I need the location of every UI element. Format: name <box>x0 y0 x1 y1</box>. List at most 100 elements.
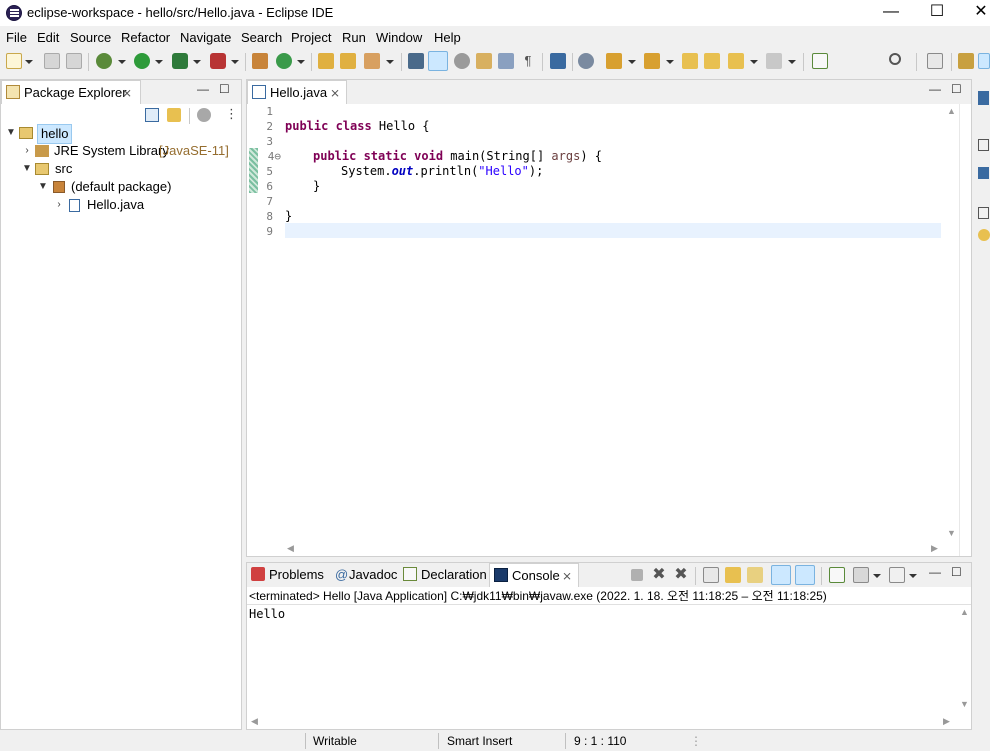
vertical-scrollbar[interactable]: ▲ ▼ <box>944 104 959 542</box>
tab-hello-java[interactable]: Hello.java ⨯ <box>247 80 347 104</box>
toggle-mark-occurrences-icon[interactable] <box>428 51 448 71</box>
annotation-icon[interactable] <box>408 53 424 69</box>
menu-project[interactable]: Project <box>291 30 331 45</box>
run-dropdown-icon[interactable] <box>155 60 163 64</box>
overview-ruler[interactable] <box>959 104 971 556</box>
display-console-icon[interactable] <box>853 567 869 583</box>
close-icon[interactable]: ⨯ <box>330 81 340 105</box>
menu-run[interactable]: Run <box>342 30 366 45</box>
chevron-down-icon[interactable]: ▼ <box>21 160 33 178</box>
back-icon[interactable] <box>728 53 744 69</box>
search-dropdown-icon[interactable] <box>386 60 394 64</box>
forward-dropdown-icon[interactable] <box>788 60 796 64</box>
menu-help[interactable]: Help <box>434 30 461 45</box>
external-tools-icon[interactable] <box>210 53 226 69</box>
minimize-view-icon[interactable]: — <box>929 82 941 96</box>
external-tools-dropdown-icon[interactable] <box>231 60 239 64</box>
show-on-stdout-icon[interactable] <box>771 565 791 585</box>
chevron-right-icon[interactable]: › <box>53 196 65 214</box>
toggle-block-selection-icon[interactable] <box>454 53 470 69</box>
next-annotation-icon[interactable] <box>606 53 622 69</box>
tab-package-explorer[interactable]: Package Explorer ⨯ <box>1 80 141 104</box>
new-java-package-icon[interactable] <box>252 53 268 69</box>
close-button[interactable]: ✕ <box>958 0 990 26</box>
scroll-down-icon[interactable]: ▼ <box>947 528 956 538</box>
search-tool-icon[interactable] <box>364 53 380 69</box>
git-icon[interactable] <box>978 229 990 241</box>
new-icon[interactable] <box>6 53 22 69</box>
menu-navigate[interactable]: Navigate <box>180 30 231 45</box>
link-with-editor-icon[interactable] <box>167 108 181 122</box>
tree-item-hello-java[interactable]: › Hello.java <box>53 196 241 214</box>
close-icon[interactable]: ⨯ <box>562 564 572 588</box>
scroll-left-icon[interactable]: ◀ <box>251 716 258 727</box>
maximize-view-icon[interactable]: ☐ <box>951 565 962 579</box>
collapse-all-icon[interactable] <box>145 108 159 122</box>
maximize-view-icon[interactable]: ☐ <box>219 82 230 96</box>
view-menu-icon[interactable]: ⋮ <box>225 106 238 122</box>
minimized-view-icon[interactable] <box>978 207 989 219</box>
console-vertical-scrollbar[interactable]: ▲ ▼ <box>957 605 971 715</box>
previous-annotation-dropdown-icon[interactable] <box>666 60 674 64</box>
scroll-lock-icon[interactable] <box>725 567 741 583</box>
tree-item-default-package[interactable]: ▼ (default package) <box>37 178 241 196</box>
outline-icon[interactable] <box>978 91 989 105</box>
java-perspective-icon[interactable] <box>978 53 990 69</box>
chevron-down-icon[interactable]: ▼ <box>5 124 17 142</box>
java-ee-perspective-icon[interactable] <box>958 53 974 69</box>
open-type-icon[interactable] <box>318 53 334 69</box>
horizontal-scrollbar[interactable]: ◀ ▶ <box>285 542 944 556</box>
code-editor[interactable]: 1 2 3 4⊖ 5 6 7 8 9 public class Hello { … <box>247 104 944 542</box>
clear-console-icon[interactable] <box>703 567 719 583</box>
skip-breakpoints-icon[interactable] <box>578 53 594 69</box>
terminate-icon[interactable] <box>631 569 643 581</box>
menu-refactor[interactable]: Refactor <box>121 30 170 45</box>
hierarchy-icon[interactable] <box>978 167 989 179</box>
menu-window[interactable]: Window <box>376 30 422 45</box>
debug-icon[interactable] <box>96 53 112 69</box>
tree-item-src[interactable]: ▼ src <box>21 160 241 178</box>
scroll-up-icon[interactable]: ▲ <box>960 607 969 617</box>
menu-source[interactable]: Source <box>70 30 111 45</box>
new-dropdown-icon[interactable] <box>25 60 33 64</box>
maximize-view-icon[interactable]: ☐ <box>951 82 962 96</box>
word-wrap-icon[interactable] <box>747 567 763 583</box>
debug-dropdown-icon[interactable] <box>118 60 126 64</box>
pilcrow-icon[interactable]: ¶ <box>520 53 536 69</box>
minimize-view-icon[interactable]: — <box>929 565 941 579</box>
minimize-view-icon[interactable]: — <box>197 82 209 96</box>
line-number[interactable]: 4⊖ <box>247 149 281 164</box>
scroll-up-icon[interactable]: ▲ <box>947 106 956 116</box>
next-annotation-dropdown-icon[interactable] <box>628 60 636 64</box>
last-edit-location-icon[interactable] <box>682 53 698 69</box>
chevron-right-icon[interactable]: › <box>21 142 33 160</box>
tab-console[interactable]: Console ⨯ <box>489 563 579 587</box>
tab-javadoc[interactable]: @ Javadoc <box>329 563 397 587</box>
new-java-class-icon[interactable] <box>276 53 292 69</box>
menu-edit[interactable]: Edit <box>37 30 59 45</box>
scroll-right-icon[interactable]: ▶ <box>943 716 950 727</box>
menu-file[interactable]: File <box>6 30 27 45</box>
pin-console-icon[interactable] <box>829 567 845 583</box>
maximize-button[interactable]: ☐ <box>914 0 960 26</box>
console-output[interactable]: Hello <box>247 605 957 715</box>
console-horizontal-scrollbar[interactable]: ◀ ▶ <box>247 715 957 729</box>
show-whitespace-icon[interactable] <box>476 53 492 69</box>
minimize-button[interactable]: — <box>868 0 914 26</box>
coverage-icon[interactable] <box>172 53 188 69</box>
search-icon[interactable] <box>889 53 901 65</box>
scroll-down-icon[interactable]: ▼ <box>960 699 969 709</box>
status-cursor-position[interactable]: 9 : 1 : 110 <box>574 734 626 748</box>
show-on-stderr-icon[interactable] <box>795 565 815 585</box>
task-list-icon[interactable] <box>978 139 989 151</box>
tree-item-project-hello[interactable]: ▼ hello <box>5 124 241 144</box>
forward-edit-icon[interactable] <box>704 53 720 69</box>
save-icon[interactable] <box>44 53 60 69</box>
pin-editor-icon[interactable] <box>812 53 828 69</box>
toggle-word-wrap-icon[interactable] <box>498 53 514 69</box>
coverage-dropdown-icon[interactable] <box>193 60 201 64</box>
display-console-dropdown-icon[interactable] <box>873 574 881 578</box>
open-console-icon[interactable] <box>889 567 905 583</box>
remove-launch-icon[interactable]: ✖ <box>651 567 667 583</box>
toggle-breadcrumb-icon[interactable] <box>550 53 566 69</box>
